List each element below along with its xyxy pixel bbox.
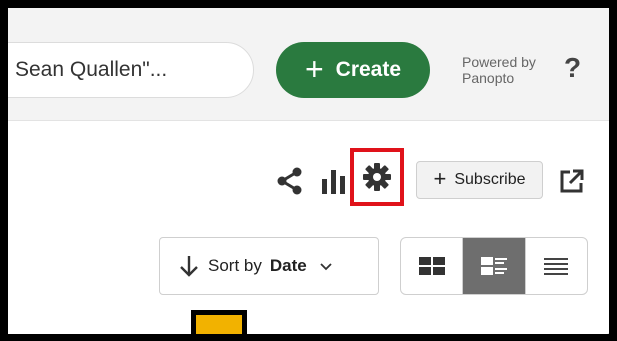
- app-frame: Sean Quallen"... + Create Powered by Pan…: [0, 0, 617, 341]
- create-button[interactable]: + Create: [276, 42, 430, 98]
- detail-view-icon: [480, 257, 507, 275]
- powered-by-line1: Powered by: [462, 54, 536, 70]
- external-link-icon[interactable]: [559, 168, 585, 194]
- share-icon[interactable]: [276, 166, 304, 196]
- header-bar: Sean Quallen"... + Create Powered by Pan…: [8, 8, 609, 121]
- plus-icon: +: [433, 166, 447, 191]
- settings-button[interactable]: [350, 148, 404, 206]
- gear-icon: [363, 163, 391, 191]
- sort-dropdown[interactable]: Sort by Date: [159, 237, 379, 295]
- view-mode-toggle: [400, 237, 588, 295]
- subscribe-button[interactable]: + Subscribe: [416, 161, 543, 199]
- thumbnail-view-button[interactable]: [401, 238, 462, 294]
- scrollbar-thumb[interactable]: [606, 332, 609, 334]
- tab-marker: [191, 310, 247, 334]
- detail-view-button[interactable]: [462, 238, 525, 294]
- list-view-icon: [544, 258, 569, 275]
- powered-by-line2: Panopto: [462, 70, 515, 86]
- search-text: Sean Quallen"...: [15, 58, 168, 81]
- subscribe-label: Subscribe: [454, 171, 526, 188]
- search-input[interactable]: Sean Quallen"...: [8, 42, 254, 98]
- sort-value: Date: [269, 256, 307, 275]
- list-view-button[interactable]: [524, 238, 587, 294]
- create-label: Create: [335, 58, 402, 81]
- stats-icon[interactable]: [319, 168, 349, 194]
- powered-by[interactable]: Powered by Panopto: [462, 54, 536, 86]
- sort-prefix: Sort by: [208, 256, 262, 275]
- chevron-down-icon: [320, 263, 332, 271]
- arrow-down-icon: [180, 256, 198, 277]
- help-icon: ?: [564, 52, 582, 83]
- help-button[interactable]: ?: [564, 52, 581, 84]
- grid-view-icon: [418, 257, 445, 275]
- plus-icon: +: [304, 50, 324, 87]
